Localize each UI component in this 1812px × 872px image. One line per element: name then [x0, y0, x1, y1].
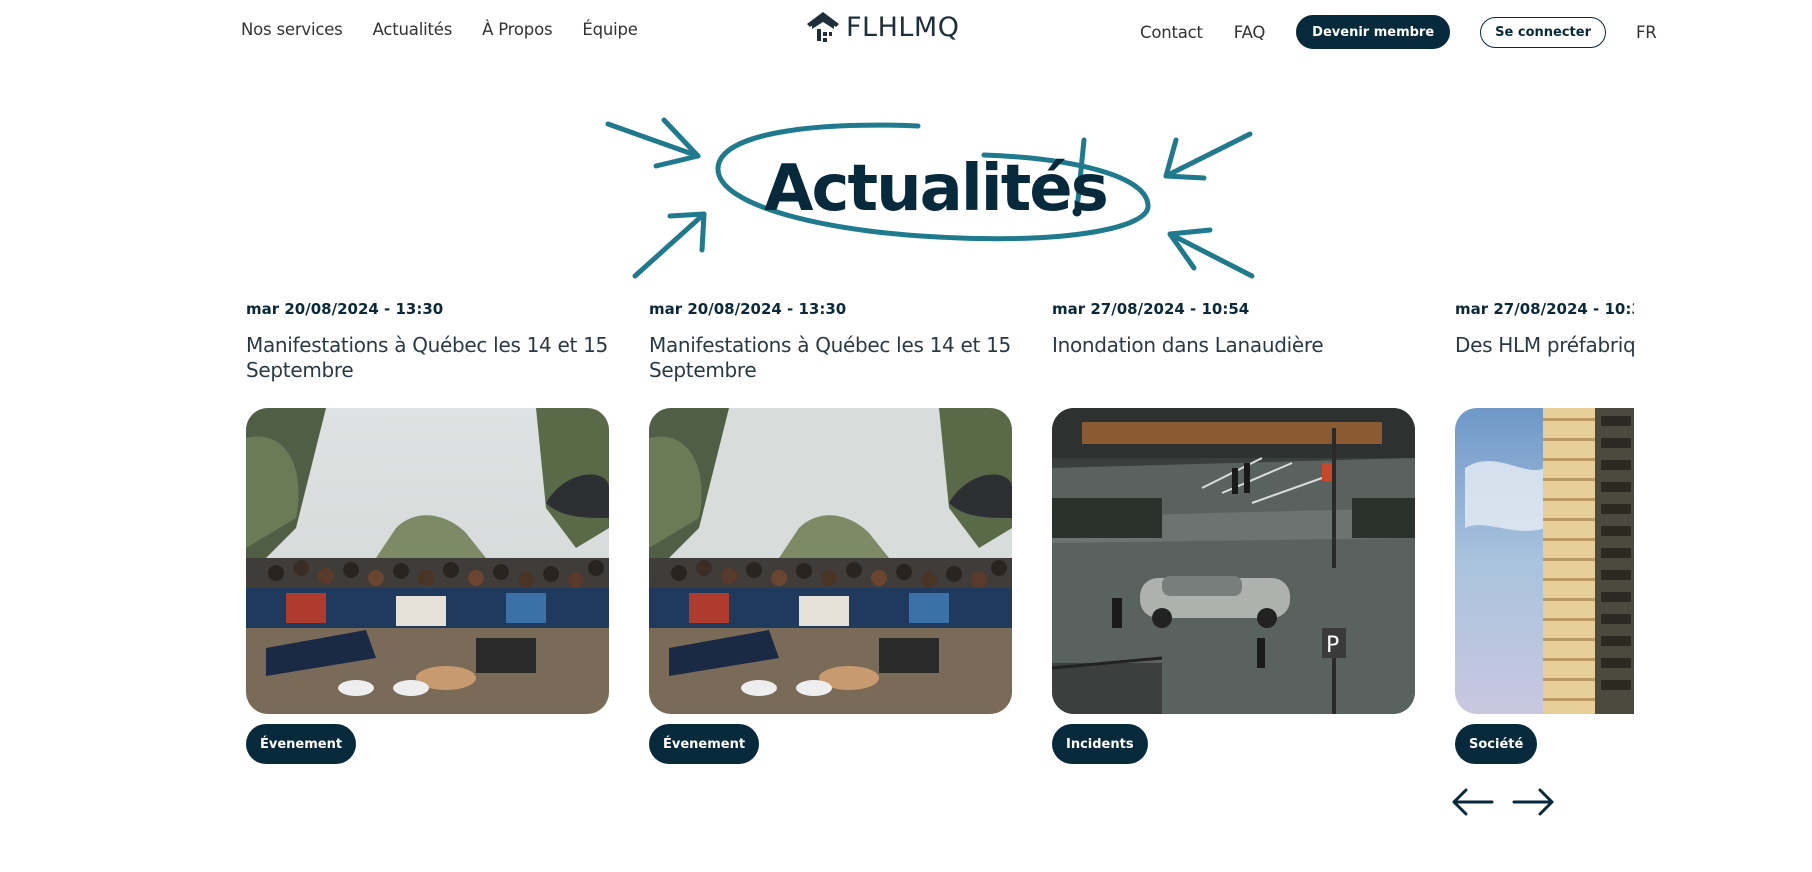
card-title[interactable]: Manifestations à Québec les 14 et 15 Sep… — [649, 333, 1012, 389]
nav-link-team[interactable]: Équipe — [582, 20, 638, 39]
nav-link-faq[interactable]: FAQ — [1234, 23, 1266, 42]
join-button[interactable]: Devenir membre — [1296, 15, 1451, 49]
card-category-tag[interactable]: Société — [1455, 724, 1538, 764]
top-navigation: Nos services Actualités À Propos Équipe … — [0, 0, 1812, 62]
nav-link-about[interactable]: À Propos — [482, 20, 552, 39]
language-selector[interactable]: FR — [1636, 23, 1657, 42]
logo-text: FLHLMQ — [846, 11, 960, 43]
nav-link-contact[interactable]: Contact — [1140, 23, 1203, 42]
building-photo-icon — [1455, 408, 1634, 714]
card-title[interactable]: Inondation dans Lanaudière — [1052, 333, 1415, 389]
svg-text:P: P — [1326, 633, 1339, 658]
news-card[interactable]: mar 27/08/2024 - 10:34 Des HLM préfabriq… — [1455, 300, 1634, 764]
login-button[interactable]: Se connecter — [1480, 16, 1606, 48]
site-logo[interactable]: FLHLMQ — [804, 10, 959, 44]
card-image-crowd[interactable] — [649, 408, 1012, 714]
news-card[interactable]: mar 27/08/2024 - 10:54 Inondation dans L… — [1052, 300, 1415, 764]
card-date: mar 20/08/2024 - 13:30 — [246, 300, 444, 318]
card-category-tag[interactable]: Incidents — [1052, 724, 1148, 764]
card-image-building[interactable] — [1455, 408, 1634, 714]
flood-photo-icon: P — [1052, 408, 1415, 714]
news-carousel: mar 20/08/2024 - 13:30 Manifestations à … — [246, 300, 1634, 780]
crowd-photo-icon — [649, 408, 1012, 714]
carousel-controls — [1450, 786, 1556, 818]
nav-link-news[interactable]: Actualités — [373, 20, 453, 39]
card-category-tag[interactable]: Évenement — [246, 724, 357, 764]
arrow-right-icon[interactable] — [1510, 786, 1556, 818]
primary-nav: Nos services Actualités À Propos Équipe — [241, 20, 638, 39]
nav-link-services[interactable]: Nos services — [241, 20, 343, 39]
hero-section: Actualités — [600, 110, 1260, 290]
card-image-flood[interactable]: P — [1052, 408, 1415, 714]
secondary-nav: Contact FAQ Devenir membre Se connecter … — [1140, 15, 1657, 49]
card-category-tag[interactable]: Évenement — [649, 724, 760, 764]
page-title: Actualités — [764, 152, 1109, 226]
card-title[interactable]: Manifestations à Québec les 14 et 15 Sep… — [246, 333, 609, 389]
card-date: mar 27/08/2024 - 10:34 — [1455, 300, 1634, 318]
news-card[interactable]: mar 20/08/2024 - 13:30 Manifestations à … — [649, 300, 1012, 764]
card-date: mar 20/08/2024 - 13:30 — [649, 300, 847, 318]
crowd-photo-icon — [246, 408, 609, 714]
arrow-left-icon[interactable] — [1450, 786, 1496, 818]
news-card[interactable]: mar 20/08/2024 - 13:30 Manifestations à … — [246, 300, 609, 764]
card-date: mar 27/08/2024 - 10:54 — [1052, 300, 1250, 318]
card-title[interactable]: Des HLM préfabriqu — [1455, 333, 1634, 389]
house-logo-icon — [807, 12, 839, 42]
card-image-crowd[interactable] — [246, 408, 609, 714]
